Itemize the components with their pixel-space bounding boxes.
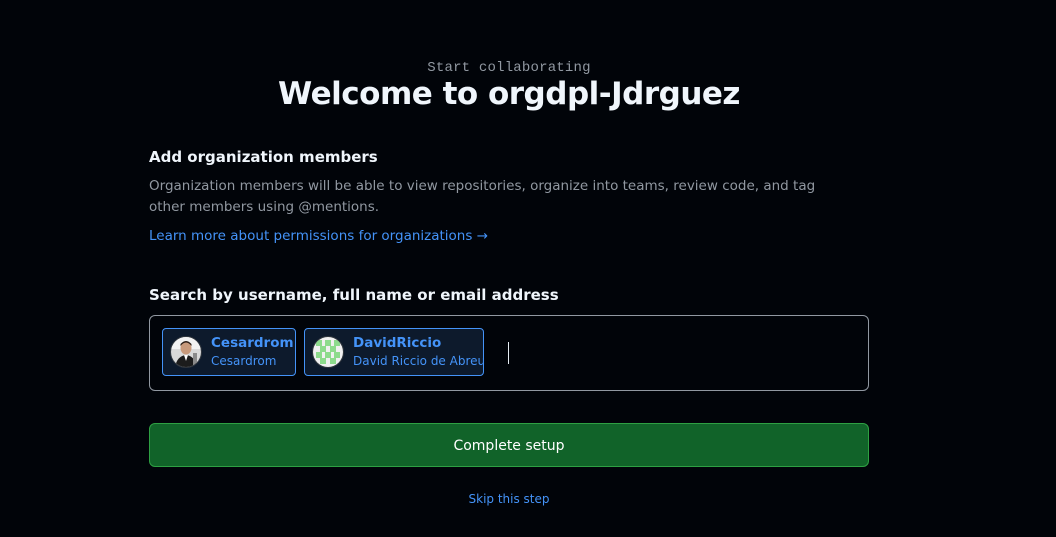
setup-page: Start collaborating Welcome to orgdpl-Jd… — [0, 0, 1056, 537]
chip-fullname: Cesardrom — [211, 354, 277, 368]
text-caret — [508, 342, 509, 364]
search-label: Search by username, full name or email a… — [149, 286, 559, 304]
setup-form: Add organization members Organization me… — [149, 146, 869, 506]
learn-more-link[interactable]: Learn more about permissions for organiz… — [149, 228, 488, 244]
chip-username: Cesardrom — [211, 335, 294, 351]
identicon-avatar-icon — [312, 336, 344, 368]
skip-step-link[interactable]: Skip this step — [149, 492, 869, 506]
selected-user-chip[interactable]: DavidRiccio David Riccio de Abreu — [304, 328, 486, 376]
section-heading: Add organization members — [149, 148, 378, 166]
chip-fullname: David Riccio de Abreu — [353, 354, 486, 368]
page-kicker: Start collaborating — [427, 60, 591, 76]
selected-user-chip[interactable]: Cesardrom Cesardrom — [162, 328, 296, 376]
complete-setup-button[interactable]: Complete setup — [149, 423, 869, 467]
page-title: Welcome to orgdpl-Jdrguez — [278, 76, 740, 112]
member-search-input[interactable]: Cesardrom Cesardrom DavidRiccio David Ri… — [149, 315, 869, 391]
chip-username: DavidRiccio — [353, 335, 442, 351]
photo-avatar-icon — [170, 336, 202, 368]
section-description: Organization members will be able to vie… — [149, 178, 816, 215]
